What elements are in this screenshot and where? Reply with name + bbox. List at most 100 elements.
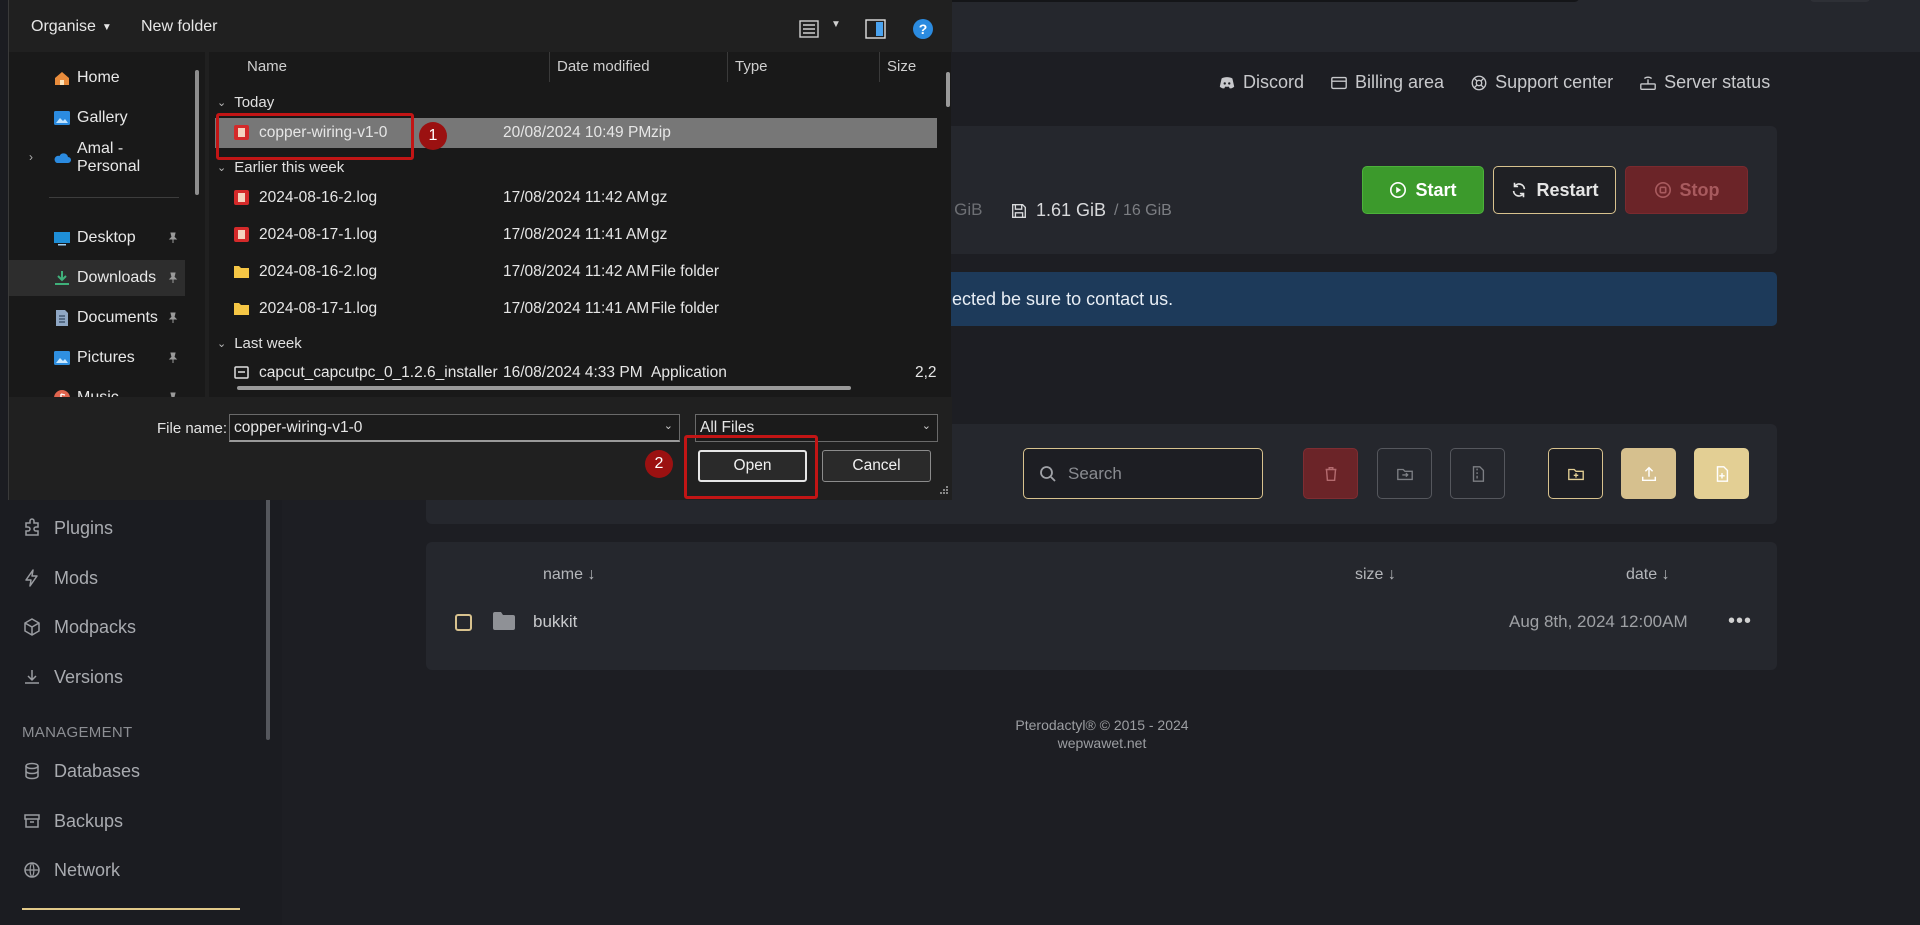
refresh-icon xyxy=(1513,182,1526,198)
sidebar-item-versions[interactable]: Versions xyxy=(22,662,123,692)
chevron-down-icon[interactable]: ⌄ xyxy=(922,419,931,432)
discord-icon xyxy=(1219,76,1235,88)
file-name-bukkit[interactable]: bukkit xyxy=(533,612,577,632)
sidebar-item-label: Versions xyxy=(54,666,124,687)
resize-grip-icon[interactable] xyxy=(939,485,949,495)
preview-pane-icon[interactable] xyxy=(865,19,887,39)
pin-icon[interactable] xyxy=(167,312,179,324)
chevron-right-icon[interactable]: › xyxy=(29,150,33,164)
column-separator[interactable] xyxy=(549,52,550,82)
sidebar-item-mods[interactable]: Mods xyxy=(22,563,98,593)
save-disk-icon xyxy=(1012,203,1026,218)
column-header-type[interactable]: Type xyxy=(735,58,768,75)
gz-archive-icon xyxy=(234,190,249,205)
file-date: 17/08/2024 11:42 AM xyxy=(503,189,650,206)
delete-button[interactable] xyxy=(1303,448,1358,499)
discord-link[interactable]: Discord xyxy=(1218,72,1304,93)
status-link[interactable]: Server status xyxy=(1639,72,1770,93)
support-link[interactable]: Support center xyxy=(1470,72,1613,93)
nav-item-home[interactable]: Home xyxy=(9,60,185,96)
nav-item-pictures[interactable]: Pictures xyxy=(9,340,185,376)
sidebar-item-modpacks[interactable]: Modpacks xyxy=(22,612,136,642)
chevron-down-icon: ⌄ xyxy=(217,97,227,109)
nav-scrollbar[interactable] xyxy=(195,70,199,195)
sidebar-item-network[interactable]: Network xyxy=(22,855,120,885)
nav-item-music[interactable]: Music xyxy=(9,380,185,397)
column-header-name[interactable]: Name xyxy=(247,58,287,75)
column-header-date[interactable]: Date modified xyxy=(557,58,650,75)
nav-item-onedrive[interactable]: › Amal - Personal xyxy=(9,140,185,176)
file-row[interactable]: 2024-08-16-2.log 17/08/2024 11:42 AM Fil… xyxy=(215,257,937,287)
organise-menu[interactable]: Organise ▼ xyxy=(31,18,112,36)
new-file-button[interactable] xyxy=(1694,448,1749,499)
new-folder-button[interactable] xyxy=(1548,448,1603,499)
file-name: capcut_capcutpc_0_1.2.6_installer xyxy=(259,364,498,381)
sort-by-date[interactable]: date ↓ xyxy=(1626,566,1670,584)
pin-icon[interactable] xyxy=(167,272,179,284)
file-search-input[interactable]: Search xyxy=(1023,448,1263,499)
chevron-down-icon[interactable]: ⌄ xyxy=(664,419,673,432)
view-list-icon[interactable] xyxy=(799,19,821,39)
stop-button[interactable]: Stop xyxy=(1625,166,1748,214)
footer-domain[interactable]: wepwawet.net xyxy=(940,735,1264,751)
restart-button[interactable]: Restart xyxy=(1493,166,1616,214)
file-type-value: All Files xyxy=(700,419,755,436)
sidebar-item-plugins[interactable]: Plugins xyxy=(22,513,113,543)
restart-label: Restart xyxy=(1536,179,1599,200)
column-header-size[interactable]: Size xyxy=(887,58,916,75)
more-options-icon[interactable]: ••• xyxy=(1728,610,1752,633)
new-folder-toolbar-button[interactable]: New folder xyxy=(141,18,217,36)
footer-copyright: Pterodactyl® © 2015 - 2024 xyxy=(1015,717,1189,733)
file-row[interactable]: 2024-08-17-1.log 17/08/2024 11:41 AM gz xyxy=(215,220,937,250)
nav-item-downloads[interactable]: Downloads xyxy=(9,260,185,296)
top-account-button[interactable] xyxy=(1810,0,1870,2)
sidebar-item-backups[interactable]: Backups xyxy=(22,806,123,836)
pin-icon[interactable] xyxy=(167,352,179,364)
file-open-dialog: Organise ▼ New folder ▼ ? Home Gallery ›… xyxy=(8,0,952,500)
nav-label: Gallery xyxy=(77,109,128,126)
nav-item-gallery[interactable]: Gallery xyxy=(9,100,185,136)
file-row[interactable]: 2024-08-16-2.log 17/08/2024 11:42 AM gz xyxy=(215,183,937,213)
archive-button[interactable] xyxy=(1450,448,1505,499)
column-separator[interactable] xyxy=(727,52,728,82)
search-placeholder: Search xyxy=(1068,463,1122,483)
nav-label: Pictures xyxy=(77,349,135,366)
sidebar-item-databases[interactable]: Databases xyxy=(22,756,140,786)
sidebar-scrollbar[interactable] xyxy=(266,490,270,740)
group-header-last-week[interactable]: ⌄ Last week xyxy=(217,335,302,352)
upload-button[interactable] xyxy=(1621,448,1676,499)
view-options-chevron-icon[interactable]: ▼ xyxy=(831,19,841,30)
group-header-earlier[interactable]: ⌄ Earlier this week xyxy=(217,159,344,176)
nav-item-desktop[interactable]: Desktop xyxy=(9,220,185,256)
sidebar-item-label: Backups xyxy=(54,810,124,831)
file-row[interactable]: 2024-08-17-1.log 17/08/2024 11:41 AM Fil… xyxy=(215,294,937,324)
new-folder-label: New folder xyxy=(141,18,218,35)
help-button[interactable]: ? xyxy=(913,19,933,39)
start-button[interactable]: Start xyxy=(1362,166,1484,214)
file-name-input[interactable]: copper-wiring-v1-0 ⌄ xyxy=(229,414,680,442)
sidebar-item-label: Databases xyxy=(54,760,141,781)
file-list-vertical-scrollbar[interactable] xyxy=(946,72,950,107)
disk-total: / 16 GiB xyxy=(1114,201,1172,219)
header-links: Discord Billing area Support center Serv… xyxy=(1218,72,1770,93)
cancel-button[interactable]: Cancel xyxy=(822,450,931,482)
discord-link-label: Discord xyxy=(1243,72,1305,92)
file-list-horizontal-scrollbar[interactable] xyxy=(237,386,851,390)
group-header-today[interactable]: ⌄ Today xyxy=(217,94,274,111)
billing-link[interactable]: Billing area xyxy=(1330,72,1444,93)
row-checkbox[interactable] xyxy=(455,614,472,631)
file-name: 2024-08-16-2.log xyxy=(259,263,378,280)
sort-by-size[interactable]: size ↓ xyxy=(1355,566,1396,584)
sort-by-name[interactable]: name ↓ xyxy=(543,566,595,584)
column-separator[interactable] xyxy=(879,52,880,82)
file-row[interactable]: capcut_capcutpc_0_1.2.6_installer 16/08/… xyxy=(215,358,937,388)
music-icon xyxy=(54,390,70,397)
sidebar-item-label: Network xyxy=(54,859,121,880)
support-link-label: Support center xyxy=(1495,72,1614,92)
nav-item-documents[interactable]: Documents xyxy=(9,300,185,336)
pin-icon[interactable] xyxy=(167,232,179,244)
file-date: 17/08/2024 11:42 AM xyxy=(503,263,650,280)
top-search-pill[interactable] xyxy=(940,0,1580,2)
disk-stat: 1.61 GiB / 16 GiB xyxy=(1010,200,1172,221)
move-button[interactable] xyxy=(1377,448,1432,499)
